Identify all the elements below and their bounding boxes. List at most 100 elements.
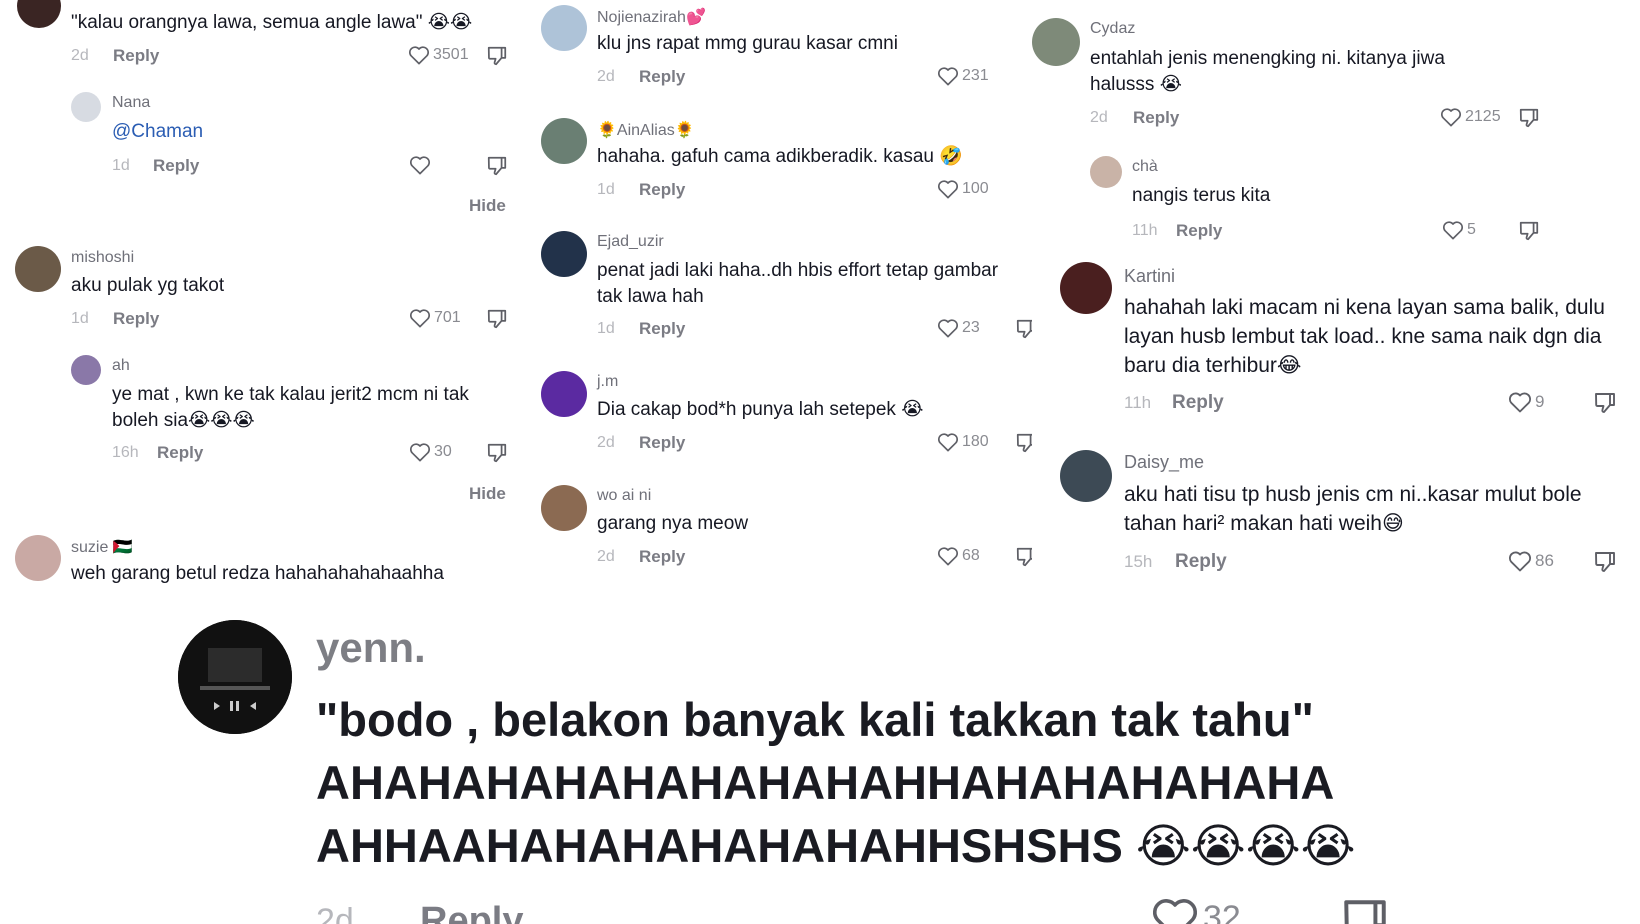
like-count: 701 (434, 309, 461, 326)
comment-time: 1d (597, 181, 615, 198)
username[interactable]: 🌻AinAlias🌻 (597, 120, 695, 140)
reply-button[interactable]: Reply (153, 156, 199, 176)
comment-text: aku hati tisu tp husb jenis cm ni..kasar… (1124, 483, 1582, 535)
username[interactable]: Daisy_me (1124, 452, 1204, 473)
username[interactable]: chà (1132, 158, 1158, 176)
comment-time: 2d (316, 902, 354, 924)
comment-time: 1d (71, 310, 89, 327)
like-button[interactable]: 231 (937, 66, 989, 86)
heart-icon (1508, 551, 1532, 572)
reply-button[interactable]: Reply (420, 900, 523, 924)
like-button[interactable]: 2125 (1440, 107, 1501, 127)
avatar[interactable] (71, 355, 101, 385)
heart-icon (937, 67, 959, 86)
avatar[interactable] (1060, 262, 1112, 314)
mention-link[interactable]: @Chaman (112, 119, 203, 145)
reply-button[interactable]: Reply (1133, 108, 1179, 128)
heart-icon (408, 46, 430, 65)
comments-column-1: "kalau orangnya lawa, semua angle lawa" … (0, 0, 518, 600)
avatar[interactable] (1032, 18, 1080, 66)
reply-button[interactable]: Reply (1175, 551, 1227, 573)
comment-time: 11h (1124, 393, 1152, 412)
like-button[interactable]: 5 (1442, 220, 1476, 240)
comment-time: 2d (71, 47, 89, 64)
username[interactable]: Nojienazirah💕 (597, 7, 706, 27)
reply-button[interactable]: Reply (639, 433, 685, 453)
hide-replies-button[interactable]: Hide (469, 196, 506, 216)
username[interactable]: suzie 🇵🇸 (71, 537, 133, 557)
like-count: 86 (1535, 551, 1554, 570)
reply-button[interactable]: Reply (639, 67, 685, 87)
reply-button[interactable]: Reply (157, 443, 203, 463)
dislike-icon[interactable] (1340, 896, 1390, 924)
reply-button[interactable]: Reply (1172, 392, 1224, 414)
comment-text: penat jadi laki haha..dh hbis effort tet… (597, 260, 999, 307)
reply-button[interactable]: Reply (113, 46, 159, 66)
comment-text: Dia cakap bod*h punya lah setepek 😭 (597, 399, 924, 420)
dislike-icon[interactable] (486, 155, 508, 177)
avatar[interactable] (541, 371, 587, 417)
comment-text: aku pulak yg takot (71, 275, 225, 296)
avatar[interactable] (1060, 450, 1112, 502)
username[interactable]: Ejad_uzir (597, 233, 664, 251)
avatar[interactable] (15, 535, 61, 581)
avatar[interactable] (541, 5, 587, 51)
reply-button[interactable]: Reply (639, 319, 685, 339)
hide-replies-button[interactable]: Hide (469, 484, 506, 504)
dislike-icon[interactable] (1593, 550, 1617, 574)
like-button[interactable]: 9 (1508, 391, 1544, 413)
reply-button[interactable]: Reply (639, 547, 685, 567)
like-button[interactable]: 23 (937, 318, 980, 338)
username[interactable]: ah (112, 357, 130, 375)
heart-icon (1440, 108, 1462, 127)
dislike-icon[interactable] (486, 45, 508, 67)
dislike-icon[interactable] (1518, 107, 1540, 129)
like-button[interactable]: 68 (937, 546, 980, 566)
avatar[interactable] (17, 0, 61, 28)
like-count: 100 (962, 180, 989, 197)
heart-icon (409, 309, 431, 328)
like-count: 3501 (433, 46, 469, 63)
username[interactable]: yenn. (316, 624, 426, 672)
like-count: 2125 (1465, 108, 1501, 125)
dislike-icon[interactable] (1593, 391, 1617, 415)
like-button[interactable]: 30 (409, 442, 452, 462)
like-button[interactable]: 701 (409, 308, 461, 328)
reply-button[interactable]: Reply (1176, 221, 1222, 241)
username[interactable]: Kartini (1124, 266, 1175, 287)
comment-text: "kalau orangnya lawa, semua angle lawa" … (71, 12, 473, 33)
like-count: 23 (962, 319, 980, 336)
avatar[interactable] (15, 246, 61, 292)
avatar[interactable] (541, 231, 587, 277)
like-count: 180 (962, 433, 989, 450)
like-button[interactable]: 86 (1508, 550, 1554, 572)
comment-text: hahahah laki macam ni kena layan sama ba… (1124, 296, 1605, 377)
comment-text: nangis terus kita (1132, 185, 1271, 206)
comment-time: 1d (597, 320, 615, 337)
like-button[interactable]: 180 (937, 432, 989, 452)
username[interactable]: mishoshi (71, 249, 134, 267)
dislike-icon[interactable] (1518, 220, 1540, 242)
avatar[interactable] (1090, 156, 1122, 188)
reply-button[interactable]: Reply (113, 309, 159, 329)
avatar[interactable] (71, 92, 101, 122)
avatar[interactable] (541, 118, 587, 164)
featured-comment: yenn. "bodo , belakon banyak kali takkan… (0, 600, 1640, 924)
avatar[interactable] (178, 620, 292, 734)
like-button[interactable]: 100 (937, 179, 989, 199)
comment-time: 16h (112, 444, 139, 461)
username[interactable]: Cydaz (1090, 20, 1135, 38)
username[interactable]: j.m (597, 373, 618, 391)
avatar[interactable] (541, 485, 587, 531)
username[interactable]: Nana (112, 94, 150, 112)
heart-icon[interactable] (409, 155, 431, 175)
username[interactable]: wo ai ni (597, 487, 651, 505)
heart-icon (1152, 899, 1198, 924)
like-count: 9 (1535, 392, 1545, 411)
dislike-icon[interactable] (486, 442, 508, 464)
like-button[interactable]: 3501 (408, 45, 469, 65)
reply-button[interactable]: Reply (639, 180, 685, 200)
like-button[interactable]: 32 (1150, 896, 1241, 924)
dislike-icon[interactable] (486, 308, 508, 330)
comment-time: 2d (597, 548, 615, 565)
